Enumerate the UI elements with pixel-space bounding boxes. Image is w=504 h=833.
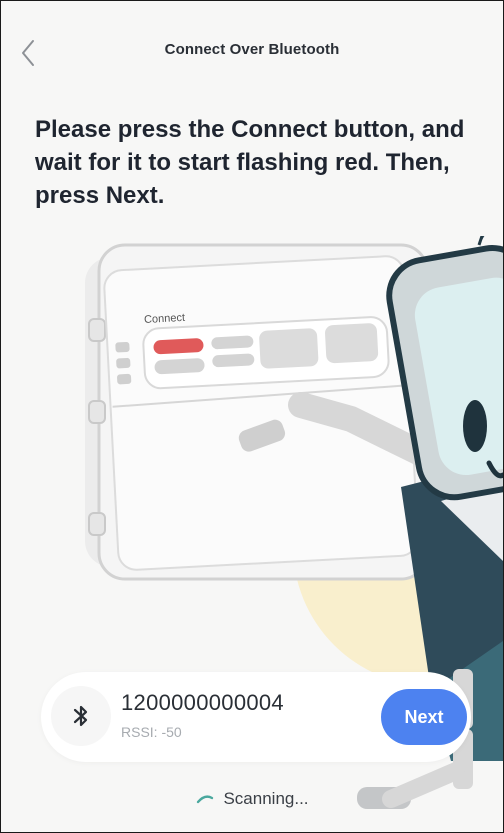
scanning-status: Scanning... <box>1 789 503 809</box>
page-title: Connect Over Bluetooth <box>164 41 340 58</box>
next-button[interactable]: Next <box>381 689 467 745</box>
instruction-text: Please press the Connect button, and wai… <box>35 116 465 209</box>
panel-connect-label: Connect <box>144 312 186 326</box>
header: Connect Over Bluetooth <box>1 1 503 101</box>
device-rssi: RSSI: -50 <box>121 724 182 740</box>
connect-indicator <box>153 338 204 355</box>
spinner-icon <box>197 795 214 804</box>
device-id: 1200000000004 <box>121 690 284 715</box>
character-eye <box>463 400 487 452</box>
scanning-text: Scanning... <box>223 789 309 808</box>
screen: Connect Over Bluetooth Please press the … <box>0 0 504 833</box>
device-list-item[interactable]: 1200000000004 RSSI: -50 Next <box>41 672 471 762</box>
bluetooth-badge <box>51 686 111 746</box>
bluetooth-icon <box>73 705 88 727</box>
